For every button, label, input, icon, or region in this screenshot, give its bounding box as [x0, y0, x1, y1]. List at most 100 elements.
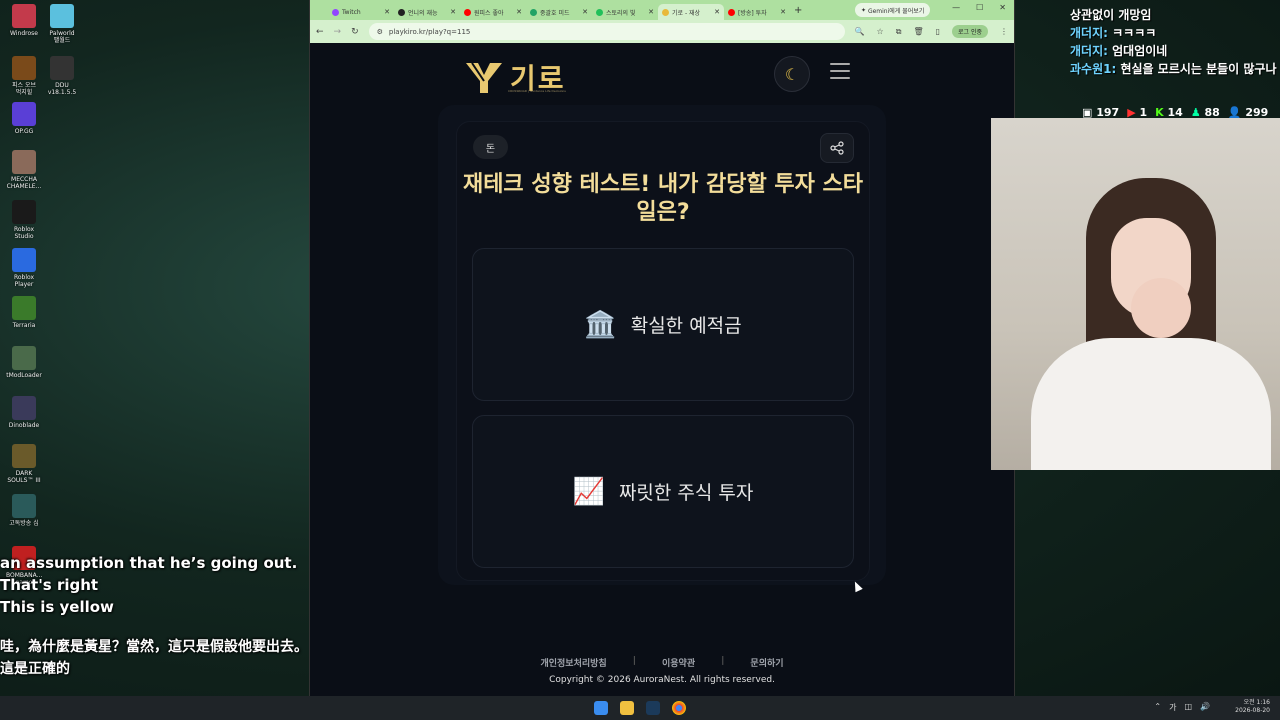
site-header: 기로 CROSSROAD | Guidance Life Decisions ☾: [310, 43, 1014, 105]
desktop-shortcut[interactable]: Roblox Studio: [6, 200, 42, 240]
desktop-shortcut[interactable]: Windrose: [6, 4, 42, 37]
tab-close-icon[interactable]: ✕: [450, 8, 456, 16]
bank-icon: 🏛️: [584, 309, 617, 340]
page-viewport: 기로 CROSSROAD | Guidance Life Decisions ☾…: [310, 43, 1014, 696]
browser-tab[interactable]: 언니의 재능 ✕: [394, 4, 460, 20]
close-icon[interactable]: ✕: [999, 3, 1006, 12]
shortcut-label: 피스 오브 먹지힐: [12, 82, 36, 96]
subtitle-overlay: an assumption that he’s going out. That'…: [0, 552, 340, 680]
site-logo[interactable]: 기로 CROSSROAD | Guidance Life Decisions: [464, 57, 566, 97]
file-explorer-icon[interactable]: [620, 701, 634, 715]
desktop-shortcut[interactable]: 고독방송 심: [6, 494, 42, 527]
app-icon: [12, 396, 36, 420]
shortcut-label: Dinoblade: [8, 422, 40, 429]
app-icon: [50, 4, 74, 28]
url-field[interactable]: ⚙ playkiro.kr/play?q=115: [368, 23, 845, 40]
gemini-label: Gemini에게 물어보기: [867, 7, 925, 15]
tab-close-icon[interactable]: ✕: [780, 8, 786, 16]
desktop-shortcut[interactable]: 피스 오브 먹지힐: [6, 56, 42, 96]
terms-link[interactable]: 이용약관: [662, 656, 695, 669]
tab-close-icon[interactable]: ✕: [714, 8, 720, 16]
shortcut-label: tModLoader: [6, 372, 42, 379]
ime-indicator[interactable]: 가: [1169, 702, 1176, 713]
privacy-link[interactable]: 개인정보처리방침: [540, 656, 606, 669]
browser-tab[interactable]: Twitch ✕: [328, 4, 394, 20]
new-tab-button[interactable]: +: [794, 5, 802, 16]
gemini-button[interactable]: ✦ Gemini에게 물어보기: [855, 3, 931, 17]
tab-close-icon[interactable]: ✕: [582, 8, 588, 16]
desktop-shortcut[interactable]: DARK SOULS™ III: [6, 444, 42, 484]
webcam-feed: [991, 118, 1280, 470]
maximize-icon[interactable]: ☐: [976, 3, 983, 12]
back-icon[interactable]: ←: [316, 27, 324, 37]
zoom-icon[interactable]: 🔍: [855, 27, 865, 36]
network-icon[interactable]: ◫: [1184, 702, 1192, 713]
bookmark-star-icon[interactable]: ☆: [877, 27, 884, 36]
shortcut-label: Terraria: [12, 322, 36, 329]
profile-button[interactable]: 로그 인중: [952, 25, 988, 38]
reload-icon[interactable]: ↻: [351, 27, 359, 37]
volume-icon[interactable]: 🔊: [1200, 702, 1210, 713]
app-icon: [12, 150, 36, 174]
shortcut-label: Roblox Player: [13, 274, 35, 288]
chrome-icon[interactable]: [672, 701, 686, 715]
address-bar: ← → ↻ ⚙ playkiro.kr/play?q=115 🔍 ☆ ⧉ 🗑 ▯…: [310, 20, 1014, 43]
minimize-icon[interactable]: —: [952, 3, 960, 12]
theme-toggle-button[interactable]: ☾: [774, 56, 810, 92]
site-info-icon[interactable]: ⚙: [377, 28, 383, 36]
browser-tab[interactable]: 중괄호 미드 ✕: [526, 4, 592, 20]
chevron-up-icon[interactable]: ⌃: [1154, 702, 1161, 713]
desktop-shortcut[interactable]: Palworld 팰월드: [44, 4, 80, 44]
forward-icon[interactable]: →: [334, 27, 342, 37]
answer-option-label: 짜릿한 주식 투자: [618, 482, 754, 504]
browser-tab[interactable]: [방송] 투자 ✕: [724, 4, 790, 20]
favicon-icon: [398, 8, 405, 16]
desktop-shortcut[interactable]: Dinoblade: [6, 396, 42, 429]
desktop-shortcut[interactable]: MECCHA CHAMELE...: [6, 150, 42, 190]
delete-icon[interactable]: 🗑: [913, 27, 923, 36]
chat-text: ㅋㅋㅋㅋ: [1112, 26, 1157, 40]
chat-nickname[interactable]: 개더지:: [1070, 26, 1112, 40]
desktop-shortcut[interactable]: Roblox Player: [6, 248, 42, 288]
app-icon: [12, 346, 36, 370]
app-icon: [12, 494, 36, 518]
hamburger-menu-icon[interactable]: [830, 63, 850, 83]
tab-title: 원피스 좋아: [474, 9, 504, 17]
shortcut-label: Windrose: [10, 30, 38, 37]
logo-subtitle: CROSSROAD | Guidance Life Decisions: [508, 89, 566, 93]
share-button[interactable]: [820, 133, 854, 163]
browser-tab[interactable]: 기로 - 재상 ✕: [658, 4, 724, 20]
chat-nickname[interactable]: 개더지:: [1070, 44, 1112, 58]
sidepanel-icon[interactable]: ▯: [936, 27, 940, 36]
favicon-icon: [662, 8, 669, 16]
windows-start-icon[interactable]: [594, 701, 608, 715]
tab-close-icon[interactable]: ✕: [516, 8, 522, 16]
steam-icon[interactable]: [646, 701, 660, 715]
desktop-shortcut[interactable]: Terraria: [6, 296, 42, 329]
desktop-shortcut[interactable]: DDU v18.1.5.5: [44, 56, 80, 96]
tab-title: Twitch: [342, 8, 361, 16]
browser-tab[interactable]: 스토리의 빛 ✕: [592, 4, 658, 20]
desktop-shortcut[interactable]: OP.GG: [6, 102, 42, 135]
app-icon: [12, 56, 36, 80]
footer-links: 개인정보처리방침 | 이용약관 | 문의하기: [540, 656, 784, 669]
answer-option-1[interactable]: 🏛️ 확실한 예적금: [472, 248, 854, 401]
chat-nickname[interactable]: 과수원1:: [1070, 62, 1120, 76]
tab-title: [방송] 투자: [738, 9, 767, 17]
shortcut-label: Palworld 팰월드: [49, 30, 75, 44]
chat-text: 상관없이 개망임: [1070, 8, 1152, 22]
share-icon: [830, 141, 844, 155]
tab-strip: Twitch ✕ 언니의 재능 ✕ 원피스 좋아 ✕ 중괄호 미드 ✕ 스토리의 빛 ✕ 기로 - …: [310, 0, 1014, 20]
browser-tab[interactable]: 원피스 좋아 ✕: [460, 4, 526, 20]
tab-title: 기로 - 재상: [672, 9, 701, 17]
tab-close-icon[interactable]: ✕: [384, 8, 390, 16]
extensions-icon[interactable]: ⧉: [896, 27, 902, 37]
browser-window: Twitch ✕ 언니의 재능 ✕ 원피스 좋아 ✕ 중괄호 미드 ✕ 스토리의 빛 ✕ 기로 - …: [309, 0, 1015, 696]
url-text: playkiro.kr/play?q=115: [388, 27, 471, 36]
clock[interactable]: 오전 1:16 2026-08-20: [1235, 699, 1270, 715]
tab-close-icon[interactable]: ✕: [648, 8, 654, 16]
answer-option-2[interactable]: 📈 짜릿한 주식 투자: [472, 415, 854, 568]
contact-link[interactable]: 문의하기: [750, 656, 783, 669]
browser-menu-icon[interactable]: ⋮: [1000, 27, 1008, 36]
desktop-shortcut[interactable]: tModLoader: [6, 346, 42, 379]
